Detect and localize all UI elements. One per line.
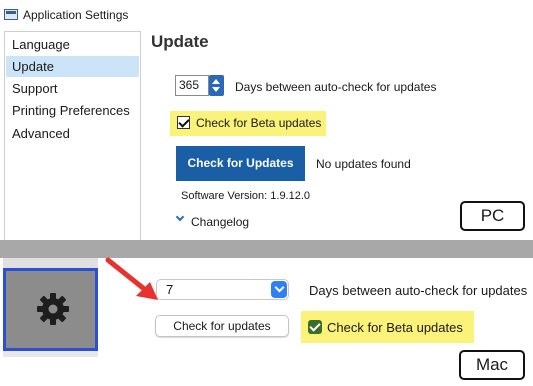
chevron-down-icon[interactable]: [175, 212, 185, 222]
spin-down-icon[interactable]: [212, 87, 220, 92]
sidebar-item-support[interactable]: Support: [6, 78, 139, 99]
window-title: Application Settings: [23, 8, 129, 22]
mac-badge: Mac: [459, 350, 525, 380]
gear-icon: [37, 293, 69, 325]
window-titlebar: Application Settings: [0, 0, 533, 30]
red-arrow-icon: [105, 257, 158, 300]
mac-check-for-updates-button[interactable]: Check for updates: [155, 315, 289, 337]
pc-badge: PC: [460, 201, 525, 231]
beta-checkbox[interactable]: [177, 116, 190, 129]
spin-up-icon[interactable]: [212, 79, 220, 84]
beta-label[interactable]: Check for Beta updates: [196, 116, 321, 130]
section-divider: [0, 240, 533, 258]
mac-days-label: Days between auto-check for updates: [309, 283, 528, 298]
software-version: Software Version: 1.9.12.0: [181, 190, 311, 202]
update-status-text: No updates found: [316, 157, 411, 171]
sidebar-item-advanced[interactable]: Advanced: [6, 123, 139, 144]
changelog-toggle[interactable]: Changelog: [191, 215, 249, 229]
mac-beta-checkbox[interactable]: [308, 320, 322, 334]
days-select[interactable]: 7: [156, 279, 289, 300]
pc-settings-window: Application Settings Language Update Sup…: [0, 0, 533, 240]
days-spinner-buttons[interactable]: [209, 75, 224, 96]
page-title: Update: [151, 32, 209, 51]
mac-sidebar-strip-bottom: [3, 351, 98, 357]
mac-sidebar-strip: [3, 258, 98, 268]
days-spinner-input[interactable]: 365: [175, 75, 209, 96]
sidebar-item-printing-preferences[interactable]: Printing Preferences: [6, 100, 139, 121]
settings-sidebar: Language Update Support Printing Prefere…: [4, 31, 141, 240]
check-for-updates-button[interactable]: Check for Updates: [176, 146, 305, 181]
mac-beta-label[interactable]: Check for Beta updates: [327, 320, 463, 335]
sidebar-item-update[interactable]: Update: [6, 56, 139, 77]
days-label: Days between auto-check for updates: [235, 80, 437, 94]
chevron-down-icon[interactable]: [271, 281, 287, 298]
sidebar-item-language[interactable]: Language: [6, 34, 139, 55]
app-window-icon: [4, 9, 18, 20]
